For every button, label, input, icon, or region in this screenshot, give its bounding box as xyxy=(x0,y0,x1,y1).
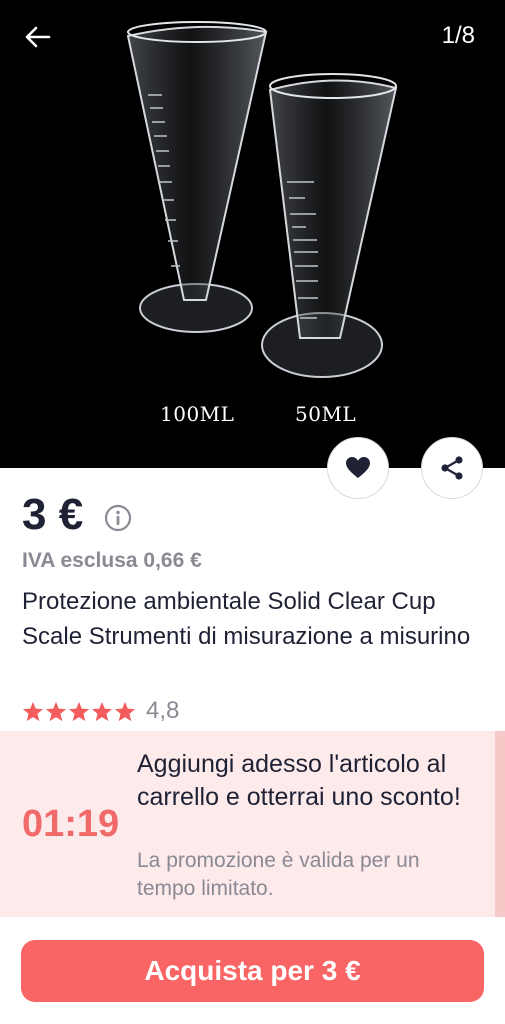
measuring-cup-100ml xyxy=(126,21,268,333)
star-icon xyxy=(91,701,113,721)
promo-subtext: La promozione è valida per un tempo limi… xyxy=(137,849,420,900)
image-counter: 1/8 xyxy=(441,22,475,49)
rating-value: 4,8 xyxy=(146,697,180,724)
promo-banner: 01:19 Aggiungi adesso l'articolo al carr… xyxy=(0,731,505,917)
countdown-timer: 01:19 xyxy=(22,803,120,845)
vat-note: IVA esclusa 0,66 € xyxy=(22,549,202,572)
star-icon xyxy=(114,701,136,721)
product-price: 3 € xyxy=(22,490,84,539)
share-icon xyxy=(441,456,463,480)
arrow-back-icon xyxy=(25,26,51,48)
heart-icon xyxy=(346,457,370,478)
measuring-cup-50ml xyxy=(261,73,398,378)
star-icon xyxy=(22,701,44,721)
product-photo xyxy=(126,21,398,378)
info-icon[interactable] xyxy=(104,504,132,532)
cup-label-50ml: 50ML xyxy=(295,402,357,426)
star-icon xyxy=(45,701,67,721)
product-title: Protezione ambientale Solid Clear Cup Sc… xyxy=(22,588,471,650)
product-image-gallery[interactable]: 1/8 100ML 50ML xyxy=(0,0,505,468)
favorite-button[interactable] xyxy=(327,437,389,499)
product-rating[interactable]: 4,8 xyxy=(22,697,179,725)
buy-button[interactable]: Acquista per 3 € xyxy=(21,940,484,1002)
promo-scroll-edge xyxy=(495,731,505,917)
back-button[interactable] xyxy=(18,20,58,54)
share-button[interactable] xyxy=(421,437,483,499)
star-rating xyxy=(22,701,136,722)
cup-label-100ml: 100ML xyxy=(160,402,235,426)
star-icon xyxy=(68,701,90,721)
promo-headline: Aggiungi adesso l'articolo al carrello e… xyxy=(137,750,461,811)
